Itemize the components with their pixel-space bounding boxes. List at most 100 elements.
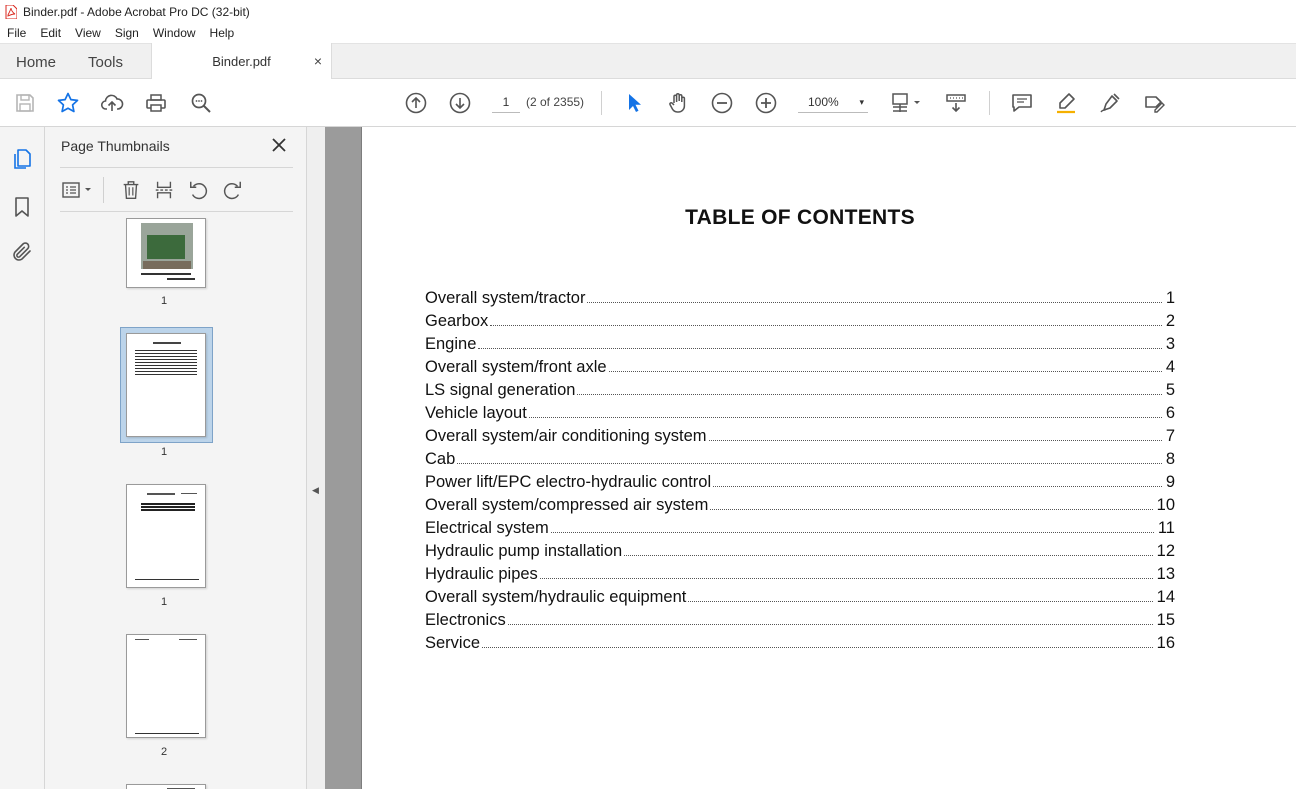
- toc-entry[interactable]: LS signal generation 5: [425, 377, 1175, 400]
- toc-entry-label: Engine: [425, 335, 477, 353]
- menu-window[interactable]: Window: [146, 26, 203, 40]
- page-thumbnails-icon[interactable]: [10, 147, 34, 171]
- page-thumbnail[interactable]: [126, 333, 206, 437]
- menu-help[interactable]: Help: [203, 26, 242, 40]
- toc-entry-page: 5: [1165, 381, 1175, 399]
- toc-entry-page: 9: [1165, 473, 1175, 491]
- page-number-input[interactable]: 1: [492, 91, 520, 113]
- toc-entry-label: Hydraulic pipes: [425, 565, 538, 583]
- toc-entry[interactable]: Service 16: [425, 630, 1175, 653]
- toc-entry[interactable]: Vehicle layout 6: [425, 400, 1175, 423]
- toc-entry-page: 2: [1165, 312, 1175, 330]
- thumbnail-photo: [141, 223, 193, 269]
- toc-entry[interactable]: Hydraulic pump installation 12: [425, 538, 1175, 561]
- next-page-icon[interactable]: [446, 89, 474, 117]
- pdf-app-icon: [5, 4, 17, 19]
- print-icon[interactable]: [142, 89, 170, 117]
- tab-document[interactable]: Binder.pdf ×: [151, 43, 332, 80]
- toolbar-divider: [601, 91, 602, 115]
- thumbnails-panel: Page Thumbnails 1 1 1 2: [45, 127, 345, 789]
- highlight-pen-icon[interactable]: [1052, 89, 1080, 117]
- toc-entry[interactable]: Overall system/tractor 1: [425, 285, 1175, 308]
- toc-leader-dots: [608, 371, 1162, 372]
- insert-page-icon[interactable]: [151, 177, 177, 203]
- tab-bar: Home Tools Binder.pdf ×: [0, 43, 1296, 80]
- toc-entry-label: Overall system/hydraulic equipment: [425, 588, 687, 606]
- toc-entry[interactable]: Overall system/air conditioning system 7: [425, 423, 1175, 446]
- toc-entry[interactable]: Power lift/EPC electro-hydraulic control…: [425, 469, 1175, 492]
- toc-entry-page: 6: [1165, 404, 1175, 422]
- close-tab-icon[interactable]: ×: [314, 53, 322, 69]
- previous-page-icon[interactable]: [402, 89, 430, 117]
- select-cursor-icon[interactable]: [620, 89, 648, 117]
- upload-cloud-icon[interactable]: [98, 89, 126, 117]
- toc-entry[interactable]: Overall system/compressed air system 10: [425, 492, 1175, 515]
- tab-tools[interactable]: Tools: [88, 44, 123, 80]
- menu-edit[interactable]: Edit: [33, 26, 68, 40]
- bookmark-icon[interactable]: [10, 195, 34, 219]
- page-thumbnail[interactable]: [126, 218, 206, 288]
- toc-leader-dots: [528, 417, 1162, 418]
- toc-entry-label: Electrical system: [425, 519, 549, 537]
- hand-tool-icon[interactable]: [664, 89, 692, 117]
- toc-entry[interactable]: Gearbox 2: [425, 308, 1175, 331]
- thumbnail-label: 1: [160, 596, 168, 608]
- page-display-icon[interactable]: [890, 89, 926, 117]
- toc-entry[interactable]: Cab 8: [425, 446, 1175, 469]
- toc-entry-page: 16: [1156, 634, 1175, 652]
- toc-entry-label: Gearbox: [425, 312, 489, 330]
- attachment-icon[interactable]: [10, 240, 34, 264]
- toc-entry[interactable]: Hydraulic pipes 13: [425, 561, 1175, 584]
- zoom-select[interactable]: 100% ▾: [798, 91, 868, 113]
- menu-sign[interactable]: Sign: [108, 26, 146, 40]
- toc-entry[interactable]: Overall system/front axle 4: [425, 354, 1175, 377]
- sign-pen-icon[interactable]: [1096, 89, 1124, 117]
- page-thumbnail[interactable]: [126, 484, 206, 588]
- toc-entry[interactable]: Overall system/hydraulic equipment 14: [425, 584, 1175, 607]
- toc-leader-dots: [478, 348, 1162, 349]
- star-icon[interactable]: [54, 89, 82, 117]
- toc-entry-page: 14: [1156, 588, 1175, 606]
- toc-leader-dots: [490, 325, 1162, 326]
- search-zoom-icon[interactable]: [187, 89, 215, 117]
- page-thumbnail[interactable]: [126, 784, 206, 789]
- toc-entry-label: Cab: [425, 450, 456, 468]
- thumbnail-label: 1: [160, 446, 168, 458]
- thumbnail-options-icon[interactable]: [60, 177, 96, 203]
- toc-entry-page: 4: [1165, 358, 1175, 376]
- zoom-value: 100%: [808, 95, 839, 109]
- rotate-left-icon[interactable]: [186, 177, 212, 203]
- panel-title: Page Thumbnails: [61, 138, 170, 154]
- delete-page-icon[interactable]: [118, 177, 144, 203]
- save-icon[interactable]: [11, 89, 39, 117]
- toc-entry[interactable]: Electronics 15: [425, 607, 1175, 630]
- comment-icon[interactable]: [1008, 89, 1036, 117]
- window-title: Binder.pdf - Adobe Acrobat Pro DC (32-bi…: [23, 4, 250, 19]
- toc-entry-label: Electronics: [425, 611, 506, 629]
- toc-leader-dots: [587, 302, 1162, 303]
- toc-entry-label: Overall system/tractor: [425, 289, 586, 307]
- toc-entry-label: LS signal generation: [425, 381, 576, 399]
- toc-entry-label: Hydraulic pump installation: [425, 542, 623, 560]
- collapse-arrow-icon[interactable]: ◀: [312, 485, 319, 496]
- toc-entry[interactable]: Electrical system 11: [425, 515, 1175, 538]
- menu-file[interactable]: File: [0, 26, 33, 40]
- document-gutter: [325, 127, 361, 789]
- zoom-out-icon[interactable]: [708, 89, 736, 117]
- toc-entry-label: Vehicle layout: [425, 404, 527, 422]
- document-page: TABLE OF CONTENTS Overall system/tractor…: [361, 127, 1296, 789]
- tab-home[interactable]: Home: [16, 44, 56, 80]
- panel-collapse-strip[interactable]: ◀: [306, 127, 325, 789]
- close-panel-icon[interactable]: [270, 136, 288, 154]
- menu-view[interactable]: View: [68, 26, 108, 40]
- toc-leader-dots: [539, 578, 1153, 579]
- title-bar: Binder.pdf - Adobe Acrobat Pro DC (32-bi…: [0, 0, 1296, 23]
- toc-leader-dots: [708, 440, 1162, 441]
- rotate-right-icon[interactable]: [219, 177, 245, 203]
- page-thumbnail[interactable]: [126, 634, 206, 738]
- edit-tag-icon[interactable]: [1140, 89, 1168, 117]
- toc-entry[interactable]: Engine 3: [425, 331, 1175, 354]
- zoom-in-icon[interactable]: [752, 89, 780, 117]
- scroll-mode-icon[interactable]: [942, 89, 970, 117]
- thumbnail-label: 1: [160, 295, 168, 307]
